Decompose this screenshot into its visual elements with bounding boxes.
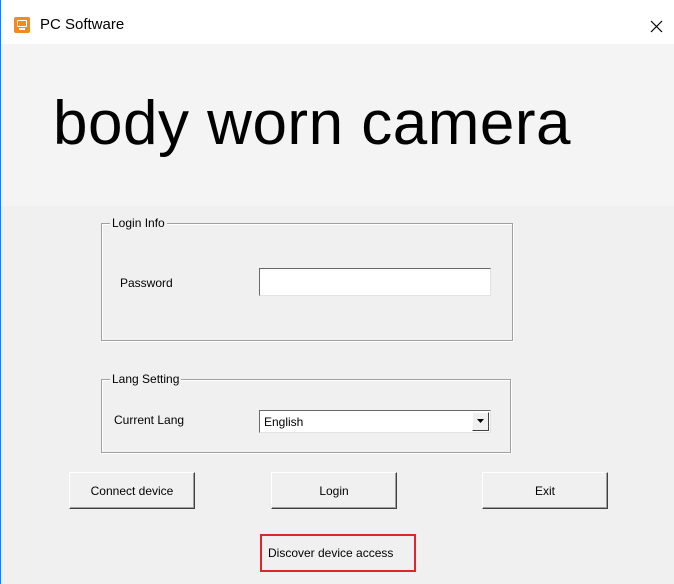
window-title: PC Software (40, 16, 125, 33)
language-select-value: English (264, 415, 304, 429)
language-dropdown-button[interactable] (472, 412, 489, 431)
close-button[interactable] (641, 12, 671, 40)
lang-setting-legend: Lang Setting (110, 372, 182, 386)
password-label: Password (120, 276, 173, 290)
close-icon (650, 20, 663, 33)
exit-button[interactable]: Exit (482, 472, 608, 509)
connect-device-button[interactable]: Connect device (69, 472, 195, 509)
title-bar: PC Software (1, 0, 674, 44)
login-button[interactable]: Login (271, 472, 397, 509)
chevron-down-icon (477, 419, 484, 423)
banner-title: body worn camera (53, 89, 572, 158)
discover-device-access-link[interactable]: Discover device access (268, 546, 393, 560)
app-window: PC Software body worn camera Login Info … (0, 0, 674, 584)
monitor-icon (14, 17, 30, 33)
banner: body worn camera (1, 44, 674, 206)
language-select[interactable]: English (259, 410, 491, 433)
login-info-legend: Login Info (110, 216, 167, 230)
current-lang-label: Current Lang (114, 413, 185, 427)
password-field[interactable] (259, 268, 491, 296)
